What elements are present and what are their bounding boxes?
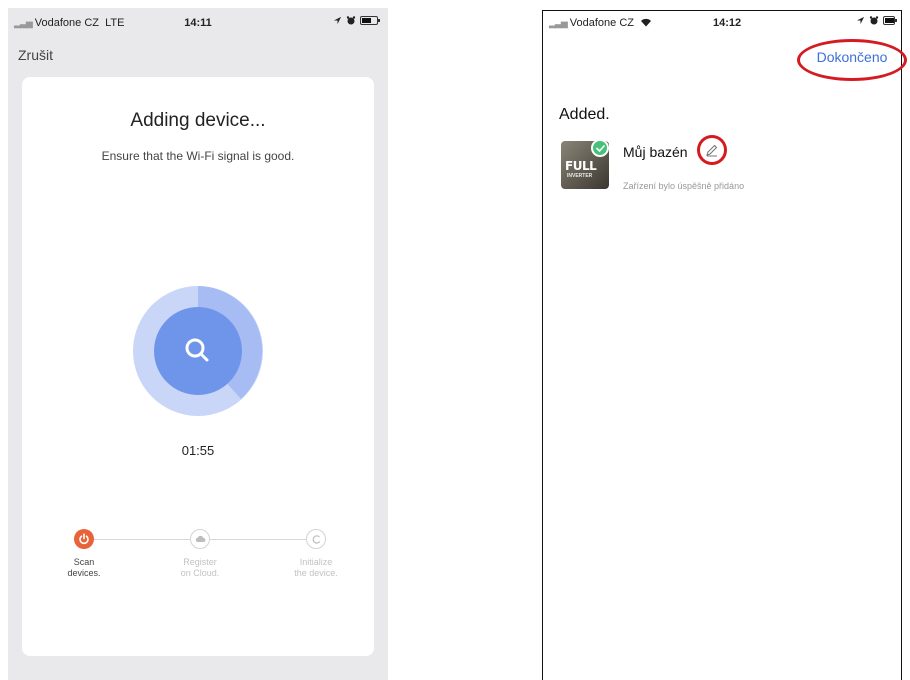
network-type: LTE [105,17,125,29]
radar-inner-circle [154,307,242,395]
step-label-line: Initialize [299,557,333,567]
scanning-radar [133,286,263,416]
adding-device-screen: ▂▃▅ Vodafone CZ LTE 14:11 Zrušit Adding d… [8,8,388,680]
step-initialize-device: Initialize the device. [276,529,356,579]
done-button[interactable]: Dokončeno [797,49,907,65]
countdown-timer: 01:55 [181,443,215,458]
pencil-icon [706,144,718,157]
device-list-item[interactable]: FULL INVERTER Můj bazén Zařízení bylo ús… [561,135,891,197]
step-label: Register on Cloud. [160,557,240,579]
page-title: Adding device... [130,110,266,131]
step-label: Scan devices. [44,557,124,579]
carrier-name: Vodafone CZ [569,17,634,29]
step-register-cloud: Register on Cloud. [160,529,240,579]
status-icons [856,16,897,25]
carrier: ▂▃▅ Vodafone CZ [549,17,652,29]
step-label-line: devices. [67,568,101,578]
step-label-line: on Cloud. [180,568,220,578]
refresh-icon [306,529,326,549]
wifi-hint: Ensure that the Wi-Fi signal is good. [101,149,295,163]
location-arrow-icon [856,16,865,25]
status-time: 14:12 [713,17,742,29]
battery-icon [360,16,380,25]
progress-card: Adding device... Ensure that the Wi-Fi s… [22,77,374,656]
step-label-line: Scan [73,557,95,567]
battery-icon [883,16,897,25]
carrier: ▂▃▅ Vodafone CZ LTE [14,17,124,29]
cancel-button[interactable]: Zrušit [18,47,53,63]
alarm-icon [346,16,356,25]
device-added-screen: ▂▃▅ Vodafone CZ 14:12 Dokončeno Added. FU… [542,10,907,680]
power-icon [74,529,94,549]
step-label-line: Register [183,557,217,567]
status-icons [333,16,380,25]
added-heading: Added. [559,106,610,123]
step-scan-devices: Scan devices. [44,529,124,579]
status-bar: ▂▃▅ Vodafone CZ 14:12 [543,11,901,35]
device-added-status: Zařízení bylo úspěšně přidáno [623,181,745,191]
cloud-icon [190,529,210,549]
status-time: 14:11 [184,17,212,29]
carrier-name: Vodafone CZ [34,17,99,29]
wifi-icon [641,18,652,27]
progress-steps: Scan devices. Register on Cloud. Initializ… [22,529,374,609]
step-label-line: the device. [294,568,338,578]
edit-name-button[interactable] [697,135,727,165]
location-arrow-icon [333,16,342,25]
device-name: Můj bazén [623,144,688,160]
signal-icon: ▂▃▅ [549,18,568,28]
signal-icon: ▂▃▅ [14,18,33,28]
screenshot-stage: ▂▃▅ Vodafone CZ LTE 14:11 Zrušit Adding d… [0,0,910,680]
thumbnail-sub: INVERTER [567,173,593,179]
check-icon [591,139,609,157]
alarm-icon [869,16,879,25]
status-bar: ▂▃▅ Vodafone CZ LTE 14:11 [8,8,388,36]
step-label: Initialize the device. [276,557,356,579]
done-button-annotated: Dokončeno [797,39,907,81]
thumbnail-brand: FULL [565,159,597,173]
